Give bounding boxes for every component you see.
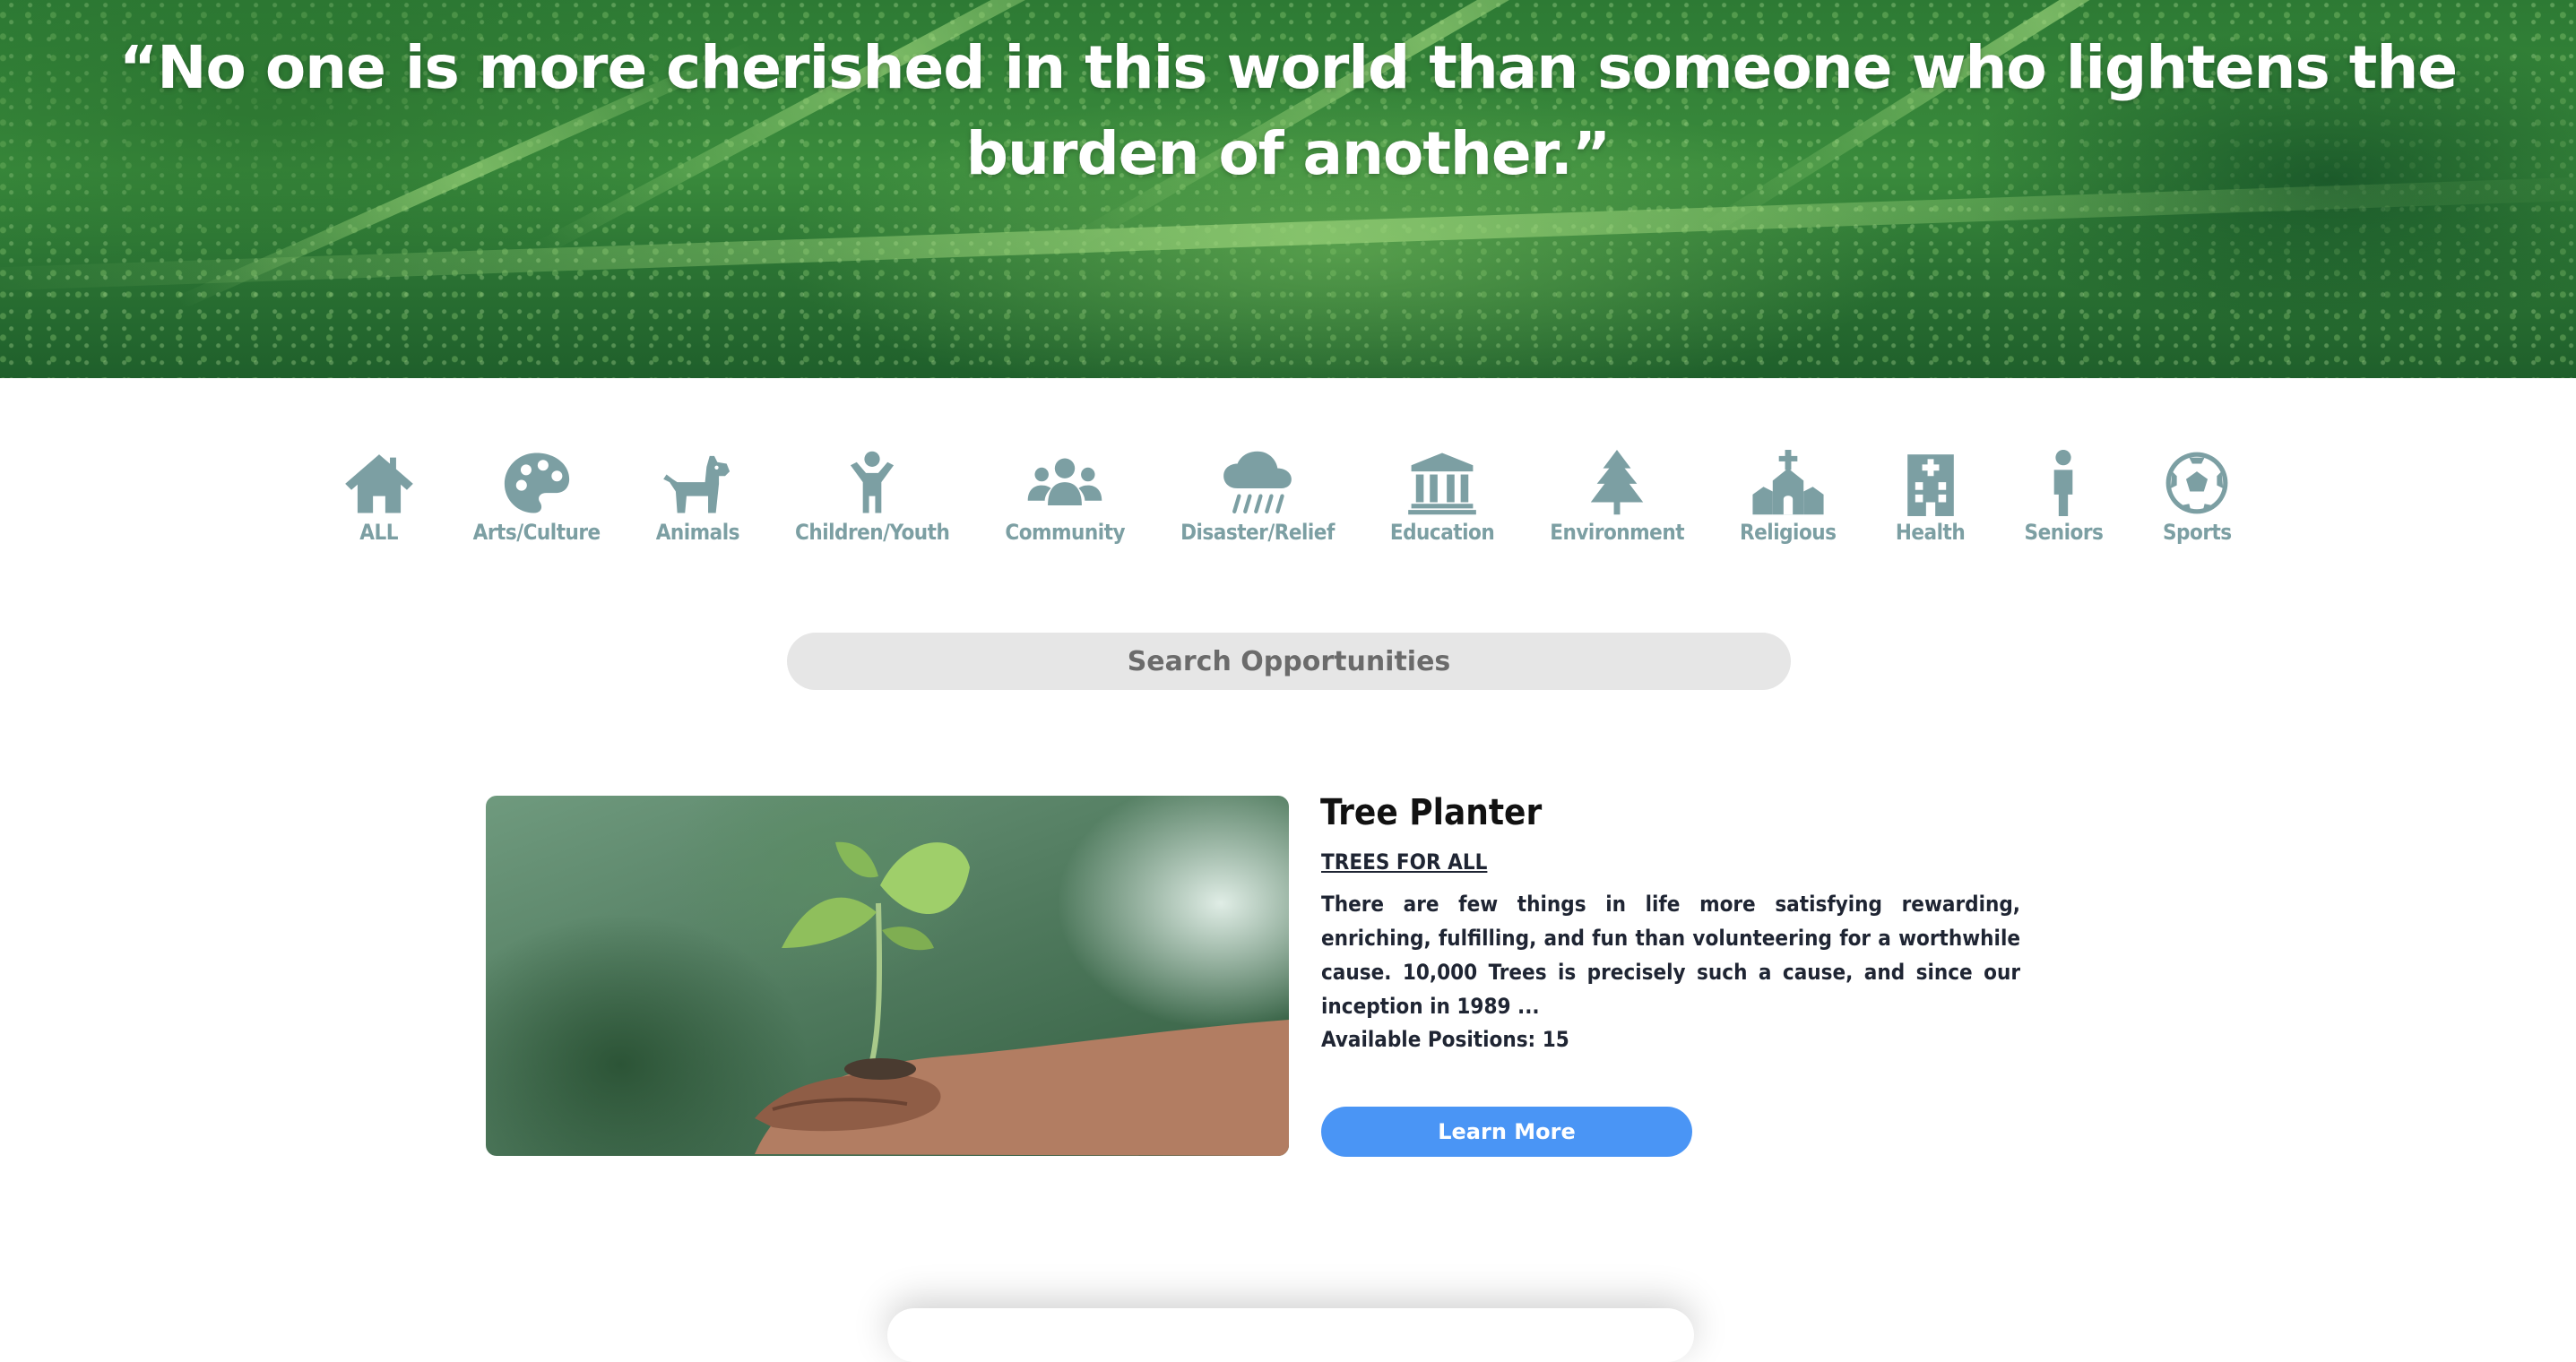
category-label: Arts/Culture bbox=[472, 520, 601, 545]
opportunity-description: There are few things in life more satisf… bbox=[1321, 892, 2020, 1019]
hero-banner: “No one is more cherished in this world … bbox=[0, 0, 2576, 378]
category-all[interactable]: ALL bbox=[341, 446, 418, 545]
hospital-icon bbox=[1906, 454, 1954, 516]
category-label: Religious bbox=[1740, 520, 1837, 545]
organization-link[interactable]: TREES FOR ALL bbox=[1321, 849, 1487, 875]
category-animals[interactable]: Animals bbox=[655, 446, 740, 545]
category-religious[interactable]: Religious bbox=[1740, 446, 1837, 545]
category-seniors[interactable]: Seniors bbox=[2025, 446, 2104, 545]
category-label: ALL bbox=[359, 520, 399, 545]
category-children-youth[interactable]: Children/Youth bbox=[795, 446, 950, 545]
category-filter-bar: ALL Arts/Culture Animals Children/Youth bbox=[0, 446, 2576, 545]
dog-icon bbox=[663, 455, 730, 513]
users-icon bbox=[1027, 458, 1102, 505]
tree-icon bbox=[1590, 450, 1644, 515]
home-icon bbox=[344, 454, 413, 513]
category-environment[interactable]: Environment bbox=[1550, 446, 1685, 545]
learn-more-button[interactable]: Learn More bbox=[1321, 1107, 1692, 1157]
category-community[interactable]: Community bbox=[1005, 446, 1126, 545]
category-label: Disaster/Relief bbox=[1180, 520, 1335, 545]
category-disaster-relief[interactable]: Disaster/Relief bbox=[1180, 446, 1335, 545]
hero-quote: “No one is more cherished in this world … bbox=[118, 33, 2458, 188]
available-positions: Available Positions: 15 bbox=[1321, 1027, 1569, 1052]
church-icon bbox=[1752, 450, 1824, 515]
category-label: Sports bbox=[2162, 520, 2232, 545]
category-label: Health bbox=[1895, 520, 1966, 545]
category-label: Seniors bbox=[2024, 520, 2104, 545]
opportunity-image bbox=[486, 796, 1289, 1156]
category-health[interactable]: Health bbox=[1892, 446, 1969, 545]
category-label: Animals bbox=[655, 520, 740, 545]
child-icon bbox=[851, 451, 895, 513]
category-label: Children/Youth bbox=[795, 520, 950, 545]
category-label: Environment bbox=[1550, 520, 1685, 545]
next-card-peek bbox=[887, 1308, 1694, 1362]
opportunity-title: Tree Planter bbox=[1320, 792, 1543, 833]
landmark-icon bbox=[1408, 453, 1476, 515]
cloud-rain-icon bbox=[1223, 451, 1292, 513]
category-arts-culture[interactable]: Arts/Culture bbox=[473, 446, 601, 545]
category-education[interactable]: Education bbox=[1389, 446, 1495, 545]
person-icon bbox=[2054, 450, 2073, 516]
search-input[interactable] bbox=[787, 633, 1791, 690]
category-label: Community bbox=[1005, 520, 1126, 545]
category-sports[interactable]: Sports bbox=[2158, 446, 2235, 545]
soccer-ball-icon bbox=[2165, 452, 2228, 514]
palette-icon bbox=[504, 453, 569, 513]
seedling-in-hand-image bbox=[755, 841, 1289, 1156]
category-label: Education bbox=[1389, 520, 1495, 545]
